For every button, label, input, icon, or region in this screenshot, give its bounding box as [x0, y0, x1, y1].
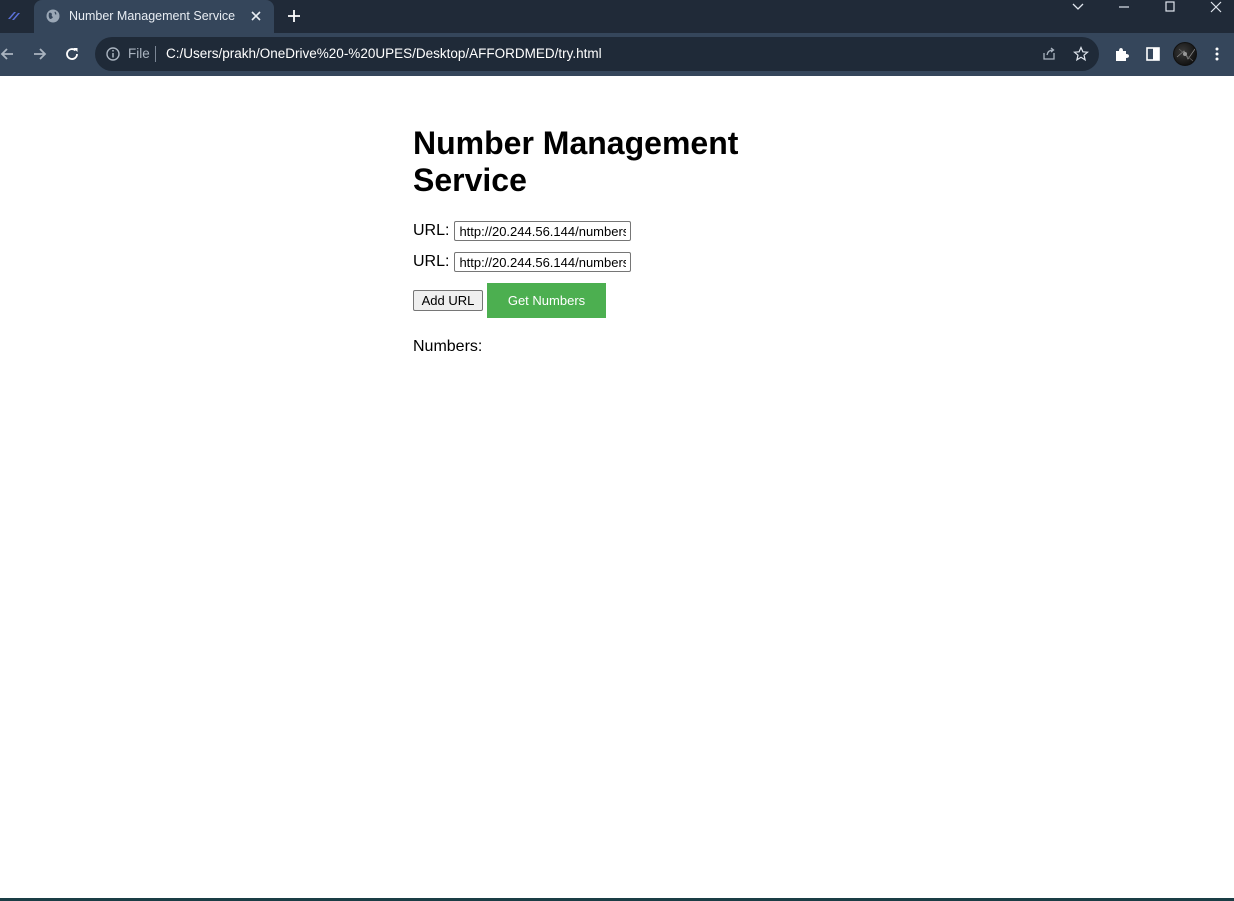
- url-row: URL:: [413, 220, 632, 242]
- close-icon[interactable]: [249, 9, 263, 23]
- puzzle-icon[interactable]: [1112, 45, 1130, 63]
- page-title: Number Management Service: [413, 125, 739, 198]
- profile-avatar[interactable]: [1173, 42, 1197, 66]
- address-bar[interactable]: File C:/Users/prakh/OneDrive%20-%20UPES/…: [95, 37, 1099, 71]
- browser-titlebar: Number Management Service: [0, 0, 1234, 33]
- minimize-icon[interactable]: [1114, 0, 1134, 14]
- browser-tab-active[interactable]: Number Management Service: [34, 0, 274, 33]
- address-url[interactable]: C:/Users/prakh/OneDrive%20-%20UPES/Deskt…: [166, 46, 602, 61]
- numbers-label: Numbers:: [413, 338, 483, 355]
- app-logo-icon[interactable]: [5, 7, 23, 25]
- info-icon[interactable]: [105, 46, 121, 62]
- reload-icon[interactable]: [61, 43, 83, 65]
- restore-icon[interactable]: [1160, 0, 1180, 14]
- url-input[interactable]: [454, 221, 632, 241]
- get-numbers-button[interactable]: Get Numbers: [487, 283, 606, 318]
- kebab-menu-icon[interactable]: [1208, 45, 1226, 63]
- browser-toolbar: File C:/Users/prakh/OneDrive%20-%20UPES/…: [0, 33, 1234, 76]
- page-viewport: Number Management Service URL: URL: Add …: [0, 76, 1234, 901]
- tab-search-icon[interactable]: [1068, 0, 1088, 14]
- add-url-button[interactable]: Add URL: [413, 290, 483, 311]
- window-close-icon[interactable]: [1206, 0, 1226, 14]
- address-divider: [155, 46, 156, 62]
- tab-title: Number Management Service: [69, 9, 236, 23]
- url-row: URL:: [413, 251, 632, 273]
- plus-icon[interactable]: [285, 7, 303, 25]
- url-label: URL:: [413, 253, 450, 270]
- forward-arrow-icon[interactable]: [29, 43, 51, 65]
- share-icon[interactable]: [1041, 46, 1057, 62]
- star-icon[interactable]: [1073, 46, 1089, 62]
- back-arrow-icon[interactable]: [0, 43, 18, 65]
- url-label: URL:: [413, 222, 450, 239]
- scheme-label: File: [128, 46, 150, 61]
- url-input[interactable]: [454, 252, 632, 272]
- side-panel-icon[interactable]: [1144, 45, 1162, 63]
- globe-icon: [45, 8, 61, 24]
